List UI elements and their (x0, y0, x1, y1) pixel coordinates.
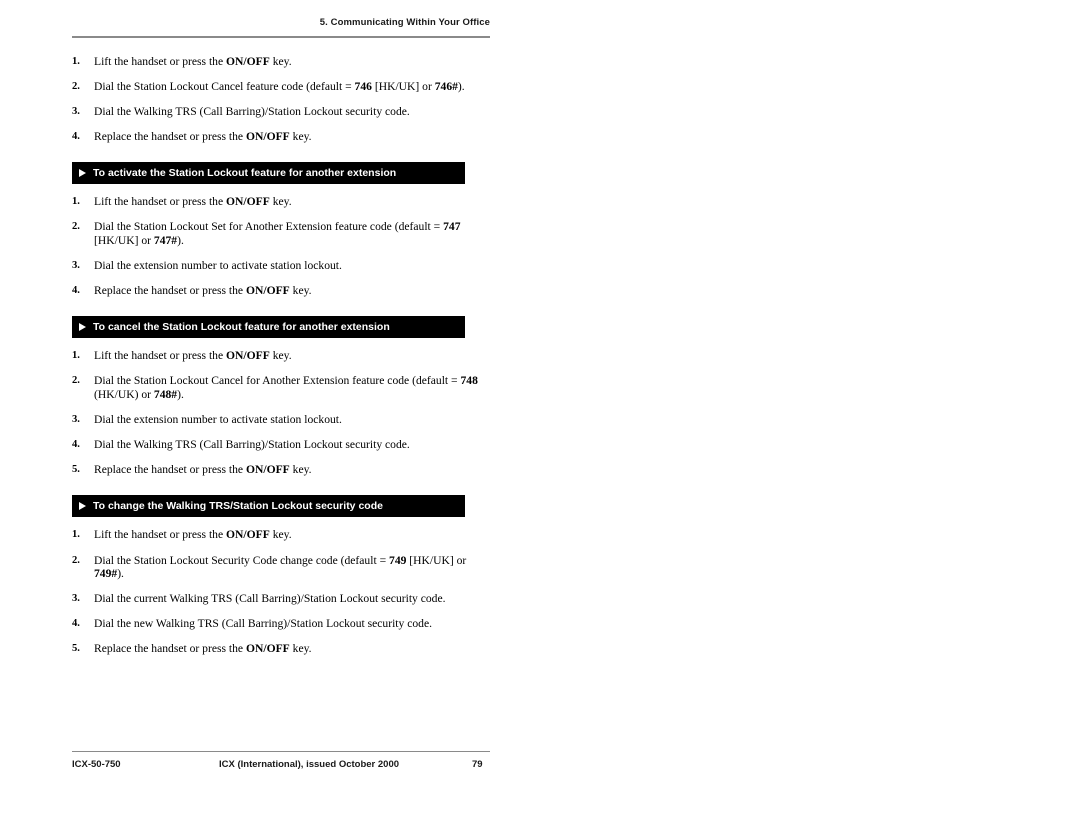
step-number: 4. (72, 439, 80, 451)
step-number: 3. (72, 260, 80, 272)
step-item: 3. Dial the current Walking TRS (Call Bar… (72, 592, 490, 606)
step-text: Replace the handset or press the ON/OFF … (94, 642, 312, 656)
step-text: Dial the Walking TRS (Call Barring)/Stat… (94, 438, 410, 452)
step-text: Lift the handset or press the ON/OFF key… (94, 55, 292, 68)
step-list: 1. Lift the handset or press the ON/OFF k… (72, 528, 490, 656)
step-item: 1. Lift the handset or press the ON/OFF k… (72, 528, 490, 542)
procedure-section: To activate the Station Lockout feature … (72, 161, 490, 298)
step-text: Dial the extension number to activate st… (94, 259, 342, 273)
step-text: Dial the Station Lockout Security Code c… (94, 553, 467, 581)
step-number: 2. (72, 375, 80, 387)
step-item: 3. Dial the extension number to activate … (72, 413, 490, 427)
step-text: Dial the current Walking TRS (Call Barri… (94, 592, 446, 606)
step-item: 1. Lift the handset or press the ON/OFF k… (72, 195, 490, 209)
step-number: 3. (72, 106, 80, 118)
step-text: Dial the extension number to activate st… (94, 413, 342, 427)
step-item: 1. Lift the handset or press the ON/OFF k… (72, 55, 490, 69)
step-item: 3. Dial the extension number to activate … (72, 259, 490, 273)
step-text: Lift the handset or press the ON/OFF key… (94, 528, 292, 542)
step-text: Replace the handset or press the ON/OFF … (94, 284, 312, 298)
procedure-section: 1. Lift the handset or press the ON/OFF k… (72, 55, 490, 144)
triangle-right-icon (79, 502, 86, 511)
footer-edition: ICX (International), issued October 2000 (219, 759, 400, 770)
step-item: 4. Replace the handset or press the ON/OF… (72, 130, 490, 144)
step-text: Replace the handset or press the ON/OFF … (94, 130, 312, 144)
step-text: Replace the handset or press the ON/OFF … (94, 463, 312, 477)
step-number: 3. (72, 593, 80, 605)
step-text: Lift the handset or press the ON/OFF key… (94, 349, 292, 363)
procedure-section: To cancel the Station Lockout feature fo… (72, 315, 490, 477)
step-text: Dial the Station Lockout Set for Another… (94, 220, 461, 248)
footer-divider-rule (72, 751, 490, 753)
step-text: Dial the Station Lockout Cancel feature … (94, 80, 465, 94)
step-item: 4. Dial the Walking TRS (Call Barring)/St… (72, 438, 490, 452)
step-number: 1. (72, 56, 80, 67)
procedure-section: To change the Walking TRS/Station Lockou… (72, 494, 490, 656)
section-banner-label: To cancel the Station Lockout feature fo… (93, 320, 390, 333)
step-number: 5. (72, 464, 80, 476)
step-item: 4. Replace the handset or press the ON/OF… (72, 284, 490, 298)
step-list: 1. Lift the handset or press the ON/OFF k… (72, 349, 490, 477)
step-number: 4. (72, 618, 80, 630)
footer-document-number: ICX-50-750 (72, 759, 121, 770)
section-banner-label: To change the Walking TRS/Station Lockou… (93, 499, 383, 512)
step-number: 2. (72, 81, 80, 93)
step-list: 1. Lift the handset or press the ON/OFF k… (72, 195, 490, 297)
triangle-right-icon (79, 169, 86, 178)
step-number: 1. (72, 196, 80, 208)
step-item: 2. Dial the Station Lockout Cancel for An… (72, 374, 490, 401)
step-number: 4. (72, 131, 80, 143)
step-item: 3. Dial the Walking TRS (Call Barring)/St… (72, 105, 490, 119)
step-number: 2. (72, 554, 80, 566)
section-banner: To activate the Station Lockout feature … (72, 161, 465, 185)
step-text: Dial the Walking TRS (Call Barring)/Stat… (94, 105, 410, 119)
running-header-chapter-title: 5. Communicating Within Your Office (319, 17, 490, 28)
step-item: 5. Replace the handset or press the ON/OF… (72, 642, 490, 656)
step-item: 4. Dial the new Walking TRS (Call Barring… (72, 617, 490, 631)
step-text: Lift the handset or press the ON/OFF key… (94, 195, 292, 209)
section-banner: To cancel the Station Lockout feature fo… (72, 315, 465, 339)
step-text: Dial the new Walking TRS (Call Barring)/… (94, 617, 433, 631)
step-number: 3. (72, 414, 80, 426)
triangle-right-icon (79, 323, 86, 332)
step-item: 2. Dial the Station Lockout Cancel featur… (72, 80, 490, 94)
header-divider-rule (72, 36, 490, 38)
step-item: 2. Dial the Station Lockout Set for Anoth… (72, 220, 490, 247)
step-number: 1. (72, 350, 80, 362)
step-item: 1. Lift the handset or press the ON/OFF k… (72, 349, 490, 363)
step-item: 2. Dial the Station Lockout Security Code… (72, 554, 490, 581)
footer-page-number: 79 (472, 759, 483, 770)
step-number: 4. (72, 285, 80, 297)
step-number: 2. (72, 221, 80, 233)
section-banner-label: To activate the Station Lockout feature … (93, 166, 397, 179)
section-banner: To change the Walking TRS/Station Lockou… (72, 494, 465, 518)
page-content: 1. Lift the handset or press the ON/OFF k… (72, 55, 490, 656)
step-item: 5. Replace the handset or press the ON/OF… (72, 463, 490, 477)
step-number: 1. (72, 529, 80, 541)
step-list: 1. Lift the handset or press the ON/OFF k… (72, 55, 490, 144)
step-number: 5. (72, 643, 80, 655)
step-text: Dial the Station Lockout Cancel for Anot… (94, 374, 478, 402)
